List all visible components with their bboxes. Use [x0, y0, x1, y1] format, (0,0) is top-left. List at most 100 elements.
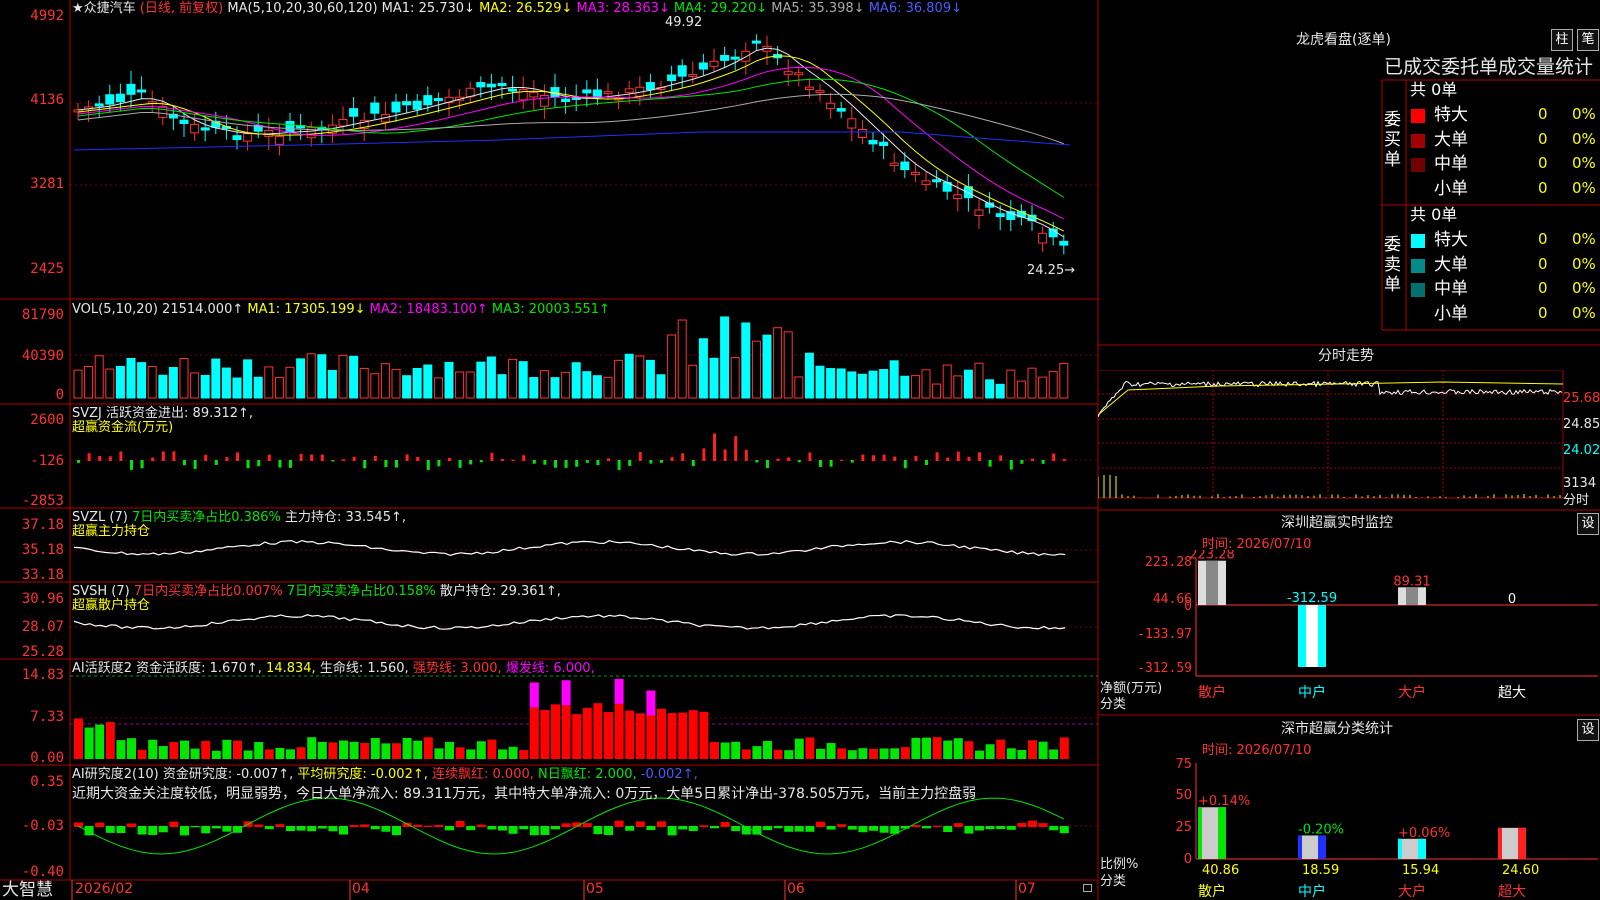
volume-bar: [349, 355, 359, 399]
stat-settings-button[interactable]: 设: [1577, 719, 1599, 741]
vol-axis-3: 0: [55, 387, 64, 403]
intraday-chart[interactable]: [1098, 370, 1600, 510]
row-percent: 0%: [1572, 303, 1596, 322]
ai1-bar: [392, 743, 401, 759]
ai1-bar: [752, 746, 762, 759]
intraday-title: 分时走势: [1318, 348, 1374, 364]
stat-bar-color: [1518, 827, 1526, 859]
svzj-bar: [363, 460, 367, 469]
ai1-burst: [646, 690, 656, 716]
volume-bar: [868, 370, 878, 399]
svzj-bar: [723, 449, 727, 461]
ai1-bar: [826, 743, 836, 759]
svzl-text1: 7日内买卖净占比0.386%: [131, 510, 281, 525]
row-label: 中单: [1434, 154, 1468, 174]
svzj-bar: [151, 457, 155, 461]
stat-title: 深市超赢分类统计: [1281, 721, 1393, 737]
ma-line: [77, 66, 1065, 220]
volume-bar: [126, 357, 136, 399]
ai2-bar: [190, 826, 200, 828]
price-axis-top: 4992: [30, 8, 64, 24]
kline-chart[interactable]: [0, 0, 1098, 900]
ai2-bar: [413, 824, 423, 827]
svzj-bar: [384, 460, 388, 468]
monitor-bar-shine: [1406, 587, 1418, 605]
svzj-bar: [861, 454, 865, 461]
volume-bar: [582, 371, 592, 399]
ai2-bar: [137, 826, 147, 835]
ai2-bar: [487, 826, 497, 830]
candle-body: [645, 82, 655, 91]
stock-name[interactable]: ★众捷汽车: [72, 1, 136, 16]
dragon-subtitle: 已成交委托单成交量统计: [1384, 56, 1594, 78]
volume-bar: [1016, 380, 1026, 399]
swatch-icon: [1411, 158, 1425, 172]
svsh-text4: 超赢散户持仓: [72, 598, 151, 613]
ai1-bar: [932, 737, 942, 759]
volume-bar: [963, 369, 973, 399]
ai1-bar: [741, 749, 751, 759]
candle-body: [868, 139, 878, 145]
candle-body: [688, 74, 698, 78]
monitor-bar-value: 223.28: [1189, 550, 1235, 563]
volume-bar: [762, 334, 772, 399]
tick-mode-button[interactable]: 笔: [1577, 29, 1599, 51]
ai2-t1: 资金研究度: -0.007↑,: [162, 767, 294, 782]
ai1-bar: [508, 746, 518, 759]
buy-total: 共 0单: [1410, 80, 1458, 99]
volume-bar: [370, 373, 380, 399]
volume-bar: [751, 340, 761, 399]
volume-bar: [476, 361, 486, 399]
svzj-bar: [967, 456, 971, 461]
volume-bar: [243, 359, 253, 399]
svzj-bar: [734, 436, 738, 461]
svzj-bar: [681, 453, 685, 461]
ai1-bar: [985, 744, 995, 759]
ai1-bar: [805, 737, 815, 759]
monitor-settings-button[interactable]: 设: [1577, 513, 1599, 535]
volume-bar: [603, 376, 613, 399]
ai1-bar: [349, 741, 359, 759]
intraday-axis-5: 分时: [1563, 493, 1590, 508]
ai2-bar: [657, 821, 666, 827]
ai1-bars: [74, 678, 1069, 759]
stat-axis-label: 75: [1175, 757, 1192, 772]
intraday-axis-3: 24.02: [1563, 443, 1600, 458]
ai2-bar: [805, 826, 815, 832]
ai2-bar: [275, 824, 285, 827]
row-label: 大单: [1434, 129, 1468, 150]
ai2-bar: [254, 824, 264, 827]
ai2-bar: [1028, 820, 1037, 827]
ai2-bar: [593, 826, 603, 835]
ai2-bar: [349, 825, 359, 827]
candle-body: [158, 106, 168, 118]
svzl-line: [73, 539, 1066, 557]
candle-body: [720, 55, 730, 61]
svzl-title-row: SVZL (7) 7日内买卖净占比0.386% 主力持仓: 33.545↑,: [72, 510, 406, 525]
ai1-bar: [1028, 740, 1037, 759]
bar-mode-button[interactable]: 柱: [1551, 29, 1573, 51]
ai1-bar: [413, 740, 423, 759]
ai2-bar: [381, 826, 391, 832]
intraday-frame: [1098, 370, 1564, 499]
volume-bar: [815, 365, 825, 399]
candle-body: [783, 71, 793, 75]
svzj-bar: [946, 457, 950, 461]
candle-body: [200, 127, 210, 131]
stock-period[interactable]: (日线, 前复权): [140, 1, 223, 16]
svzj-bar: [1031, 458, 1034, 461]
ai1-bar: [339, 740, 348, 759]
ai2-bar: [710, 826, 719, 829]
svsh-text1: 7日内买卖净占比0.007%: [133, 584, 283, 599]
ai2-bar: [148, 826, 158, 835]
ai2-bar: [646, 826, 656, 831]
volume-bar: [423, 364, 433, 399]
stat-category: 超大: [1498, 884, 1526, 900]
stat-value: 24.60: [1502, 863, 1539, 878]
svzj-bar: [130, 460, 133, 470]
svzj-bar: [776, 458, 780, 461]
svzj-bar: [1052, 453, 1056, 461]
ai1-bar: [879, 748, 889, 759]
svsh-axis-1: 30.96: [21, 591, 64, 607]
row-percent: 0%: [1572, 230, 1596, 248]
